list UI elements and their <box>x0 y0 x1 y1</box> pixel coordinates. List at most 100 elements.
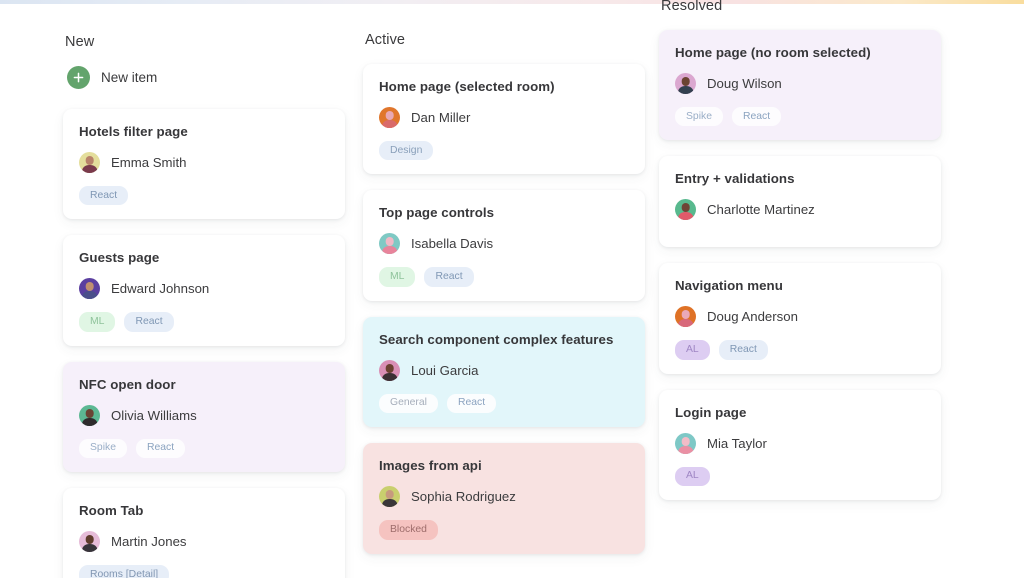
task-tag[interactable]: AL <box>675 340 710 360</box>
task-card-title: Home page (selected room) <box>379 79 555 94</box>
task-assignee-name: Loui Garcia <box>411 362 479 378</box>
task-tag[interactable]: AL <box>675 466 710 487</box>
avatar <box>675 199 696 221</box>
task-assignee-name: Martin Jones <box>111 534 187 550</box>
card-list-active: Home page (selected room) Dan Miller Desig… <box>363 64 645 570</box>
task-tag[interactable]: React <box>732 107 782 127</box>
kanban-board: New New item Hotels filter page Emma Smit… <box>0 0 1024 578</box>
task-card[interactable]: Navigation menu Doug Anderson AL React <box>659 263 941 374</box>
task-tag-list: Rooms [Detail] <box>79 565 329 578</box>
task-tag[interactable]: ML <box>79 312 116 332</box>
column-title-resolved: Resolved <box>661 0 723 14</box>
card-list-resolved: Home page (no room selected) Doug Wilson S… <box>659 30 941 516</box>
task-card-title: Home page (no room selected) <box>675 45 871 60</box>
task-tag-list: React <box>79 186 329 206</box>
avatar <box>79 531 100 553</box>
task-card-title: Entry + validations <box>675 171 795 187</box>
avatar <box>379 107 400 128</box>
plus-icon <box>67 66 90 89</box>
task-assignee-name: Sophia Rodriguez <box>411 489 516 505</box>
task-assignee: Doug Anderson <box>675 306 925 328</box>
task-assignee: Olivia Williams <box>79 404 329 426</box>
column-title-new: New <box>65 34 95 50</box>
task-assignee: Doug Wilson <box>675 73 925 94</box>
task-tag-list: Blocked <box>379 520 629 540</box>
new-item-button[interactable]: New item <box>63 66 345 89</box>
task-tag[interactable]: React <box>79 186 129 206</box>
task-tag-list: Spike React <box>79 438 329 459</box>
task-tag[interactable]: Spike <box>79 438 127 459</box>
task-tag[interactable]: React <box>718 340 768 360</box>
task-assignee-name: Doug Anderson <box>707 309 798 325</box>
task-tag-list: ML React <box>79 312 329 332</box>
task-tag[interactable]: Rooms [Detail] <box>79 565 170 578</box>
task-card[interactable]: Login page Mia Taylor AL <box>659 389 941 501</box>
avatar <box>79 404 100 426</box>
task-card-title: Top page controls <box>379 205 495 221</box>
task-card[interactable]: Room Tab Martin Jones Rooms [Detail] <box>63 488 345 578</box>
column-title-active: Active <box>365 32 406 48</box>
kanban-column-resolved: Resolved Home page (no room selected) Dou… <box>659 0 941 516</box>
kanban-column-active: Active Home page (selected room) Dan Mill… <box>363 32 645 570</box>
task-assignee: Sophia Rodriguez <box>379 486 629 508</box>
task-assignee: Loui Garcia <box>379 359 629 381</box>
task-tag-list: ML React <box>379 267 629 287</box>
task-tag[interactable]: Design <box>379 141 434 161</box>
avatar <box>79 278 100 300</box>
avatar <box>379 359 400 381</box>
task-tag[interactable]: React <box>124 312 174 332</box>
task-tag[interactable]: ML <box>379 267 416 287</box>
avatar <box>675 306 696 328</box>
task-card[interactable]: Entry + validations Charlotte Martinez <box>659 156 941 248</box>
task-assignee-name: Dan Miller <box>411 110 471 125</box>
task-card-title: Room Tab <box>79 503 144 519</box>
task-card[interactable]: Hotels filter page Emma Smith React <box>63 109 345 220</box>
task-card-title: Guests page <box>79 250 160 266</box>
task-card-title: Search component complex features <box>379 331 614 347</box>
task-tag[interactable]: React <box>446 393 497 414</box>
task-assignee-name: Mia Taylor <box>707 435 767 451</box>
task-card[interactable]: NFC open door Olivia Williams Spike React <box>63 361 345 473</box>
task-tag-list: Spike React <box>675 107 925 127</box>
task-assignee: Isabella Davis <box>379 233 629 255</box>
avatar <box>675 432 696 454</box>
task-assignee-name: Isabella Davis <box>411 236 494 252</box>
task-assignee-name: Emma Smith <box>111 155 187 170</box>
task-card-title: NFC open door <box>79 376 176 392</box>
task-assignee-name: Charlotte Martinez <box>707 202 815 218</box>
task-tag-list: AL <box>675 466 925 487</box>
task-card[interactable]: Home page (no room selected) Doug Wilson S… <box>659 30 941 141</box>
task-assignee: Martin Jones <box>79 531 329 553</box>
task-card-title: Navigation menu <box>675 278 783 294</box>
task-assignee-name: Edward Johnson <box>111 281 210 297</box>
task-card-title: Login page <box>675 404 747 420</box>
task-assignee: Edward Johnson <box>79 278 329 300</box>
task-tag-list: Design <box>379 141 629 161</box>
avatar <box>379 233 400 255</box>
task-tag-list: AL React <box>675 340 925 360</box>
task-assignee: Dan Miller <box>379 107 629 128</box>
task-card-title: Images from api <box>379 458 482 474</box>
task-card[interactable]: Search component complex features Loui Ga… <box>363 316 645 428</box>
task-assignee-name: Doug Wilson <box>707 76 782 91</box>
task-tag[interactable]: React <box>424 267 474 287</box>
task-tag[interactable]: React <box>136 438 186 459</box>
avatar <box>79 152 100 173</box>
card-list-new: Hotels filter page Emma Smith React Guests … <box>63 109 345 578</box>
kanban-column-new: New New item Hotels filter page Emma Smit… <box>63 34 345 578</box>
task-assignee: Charlotte Martinez <box>675 199 925 221</box>
task-assignee-name: Olivia Williams <box>111 407 197 423</box>
task-card-title: Hotels filter page <box>79 124 188 139</box>
task-card[interactable]: Guests page Edward Johnson ML React <box>63 235 345 346</box>
avatar <box>379 486 400 508</box>
task-tag-list: General React <box>379 393 629 414</box>
task-card[interactable]: Home page (selected room) Dan Miller Desig… <box>363 64 645 175</box>
task-assignee: Emma Smith <box>79 152 329 173</box>
new-item-label: New item <box>101 70 158 85</box>
task-tag[interactable]: Blocked <box>379 520 438 540</box>
task-card[interactable]: Top page controls Isabella Davis ML React <box>363 190 645 301</box>
task-tag[interactable]: Spike <box>675 107 723 127</box>
avatar <box>675 73 696 94</box>
task-tag[interactable]: General <box>379 393 438 414</box>
task-card[interactable]: Images from api Sophia Rodriguez Blocked <box>363 443 645 554</box>
